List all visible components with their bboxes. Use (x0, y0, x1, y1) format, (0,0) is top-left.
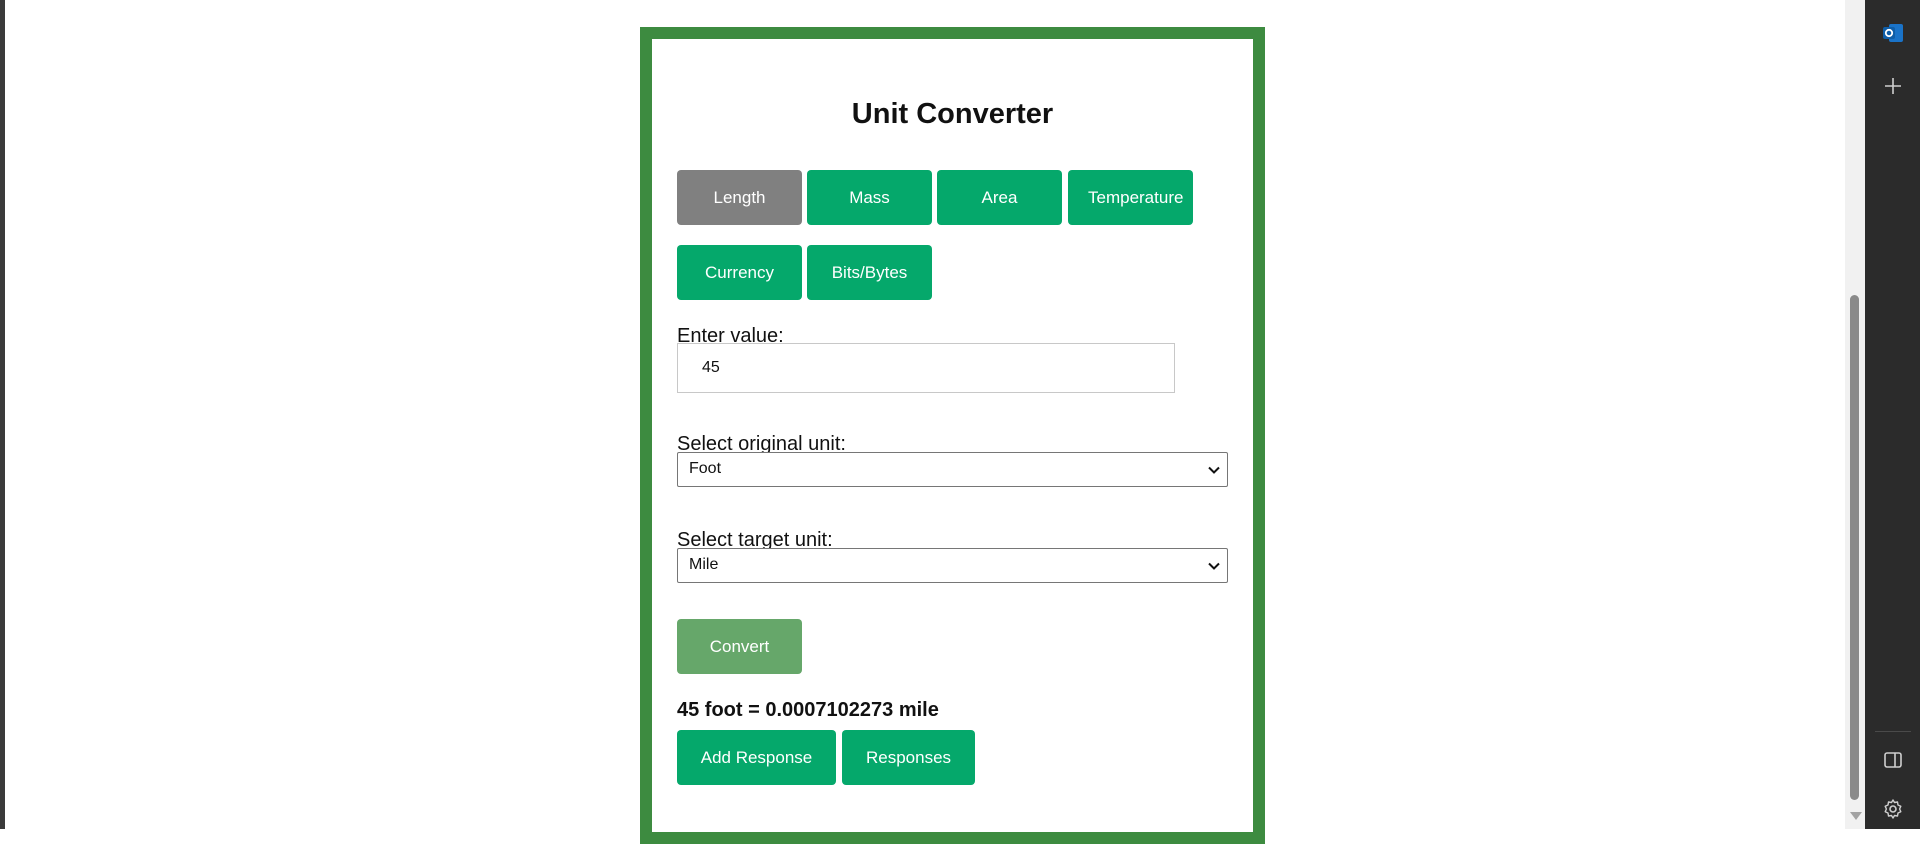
window-left-edge (0, 0, 5, 829)
tab-mass[interactable]: Mass (807, 170, 932, 225)
add-icon[interactable] (1881, 74, 1905, 98)
responses-button[interactable]: Responses (842, 730, 975, 785)
tab-temperature[interactable]: Temperature (1068, 170, 1193, 225)
convert-button[interactable]: Convert (677, 619, 802, 674)
chevron-down-icon (1208, 562, 1220, 570)
add-response-button[interactable]: Add Response (677, 730, 836, 785)
sidebar-toggle-icon[interactable] (1881, 748, 1905, 772)
tab-bits-bytes[interactable]: Bits/Bytes (807, 245, 932, 300)
scrollbar-thumb[interactable] (1850, 295, 1859, 800)
chevron-down-icon (1208, 466, 1220, 474)
side-panel-divider (1875, 731, 1911, 732)
page-title: Unit Converter (851, 98, 1054, 130)
scroll-down-arrow-icon[interactable] (1850, 812, 1862, 820)
tab-length[interactable]: Length (677, 170, 802, 225)
page-scrollbar[interactable] (1845, 0, 1865, 829)
settings-icon[interactable] (1881, 797, 1905, 821)
page-viewport: Unit Converter Length Mass Area Temperat… (0, 0, 1865, 844)
value-input[interactable] (677, 343, 1175, 393)
converter-card: Unit Converter Length Mass Area Temperat… (640, 27, 1265, 844)
browser-side-panel (1865, 0, 1920, 829)
conversion-result: 45 foot = 0.0007102273 mile (677, 699, 939, 721)
original-unit-select[interactable]: Foot (677, 452, 1228, 487)
target-unit-value: Mile (689, 556, 719, 573)
original-unit-value: Foot (689, 460, 722, 477)
tab-area[interactable]: Area (937, 170, 1062, 225)
tab-currency[interactable]: Currency (677, 245, 802, 300)
target-unit-select[interactable]: Mile (677, 548, 1228, 583)
outlook-icon[interactable] (1881, 21, 1905, 45)
